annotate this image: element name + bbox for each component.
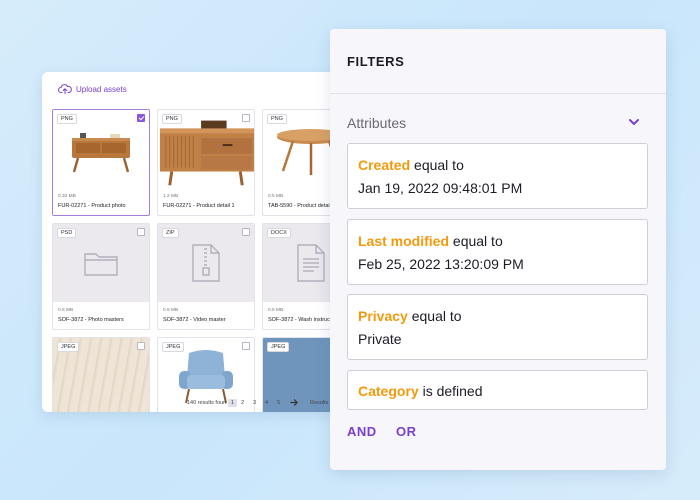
pagination: 140 results foun 1 2 3 4 5 Results [42, 398, 342, 412]
results-per-page-label: Results [310, 400, 329, 406]
file-size: 0.5 MB [163, 308, 179, 313]
sideboard-image [72, 133, 130, 173]
filter-created[interactable]: Created equal to Jan 19, 2022 09:48:01 P… [347, 143, 648, 209]
page-5-button[interactable]: 5 [277, 400, 280, 406]
results-count: 140 results foun [187, 400, 227, 406]
file-type-badge: PSD [57, 228, 77, 238]
filter-operator: is defined [422, 383, 483, 399]
divider [330, 93, 666, 94]
filter-key: Category [358, 383, 419, 399]
file-name: FUR-02271 - Product detail 1 [163, 203, 235, 209]
attributes-section-label: Attributes [347, 115, 407, 131]
select-checkbox[interactable] [242, 228, 250, 236]
filter-key: Privacy [358, 308, 408, 324]
file-size: 1.2 MB [163, 194, 179, 199]
filter-key: Created [358, 157, 411, 173]
file-type-badge: PNG [267, 114, 287, 124]
file-type-badge: PNG [162, 114, 182, 124]
file-type-badge: ZIP [162, 228, 179, 238]
file-name: FUR-02271 - Product photo [58, 203, 126, 209]
filter-value: Jan 19, 2022 09:48:01 PM [358, 180, 523, 196]
assets-panel: Upload assets PNG 0.32 MB FUR-02271 - Pr… [42, 72, 342, 412]
filter-privacy[interactable]: Privacy equal to Private [347, 294, 648, 360]
file-type-badge: PNG [57, 114, 77, 124]
or-button[interactable]: OR [396, 424, 417, 439]
file-size: 0.5 MB [58, 308, 74, 313]
select-checkbox[interactable] [242, 114, 250, 122]
upload-assets-label: Upload assets [76, 84, 127, 94]
select-checkbox[interactable] [137, 228, 145, 236]
filter-operator: equal to [452, 233, 503, 249]
filter-operator: equal to [411, 308, 462, 324]
page-2-button[interactable]: 2 [241, 400, 244, 406]
select-checkbox[interactable] [137, 114, 145, 122]
file-type-badge: JPEG [162, 342, 185, 352]
asset-card[interactable]: PSD 0.5 MB SOF-3872 - Photo masters [52, 223, 150, 330]
file-name: SOF-3872 - Photo masters [58, 317, 124, 323]
filter-category[interactable]: Category is defined [347, 370, 648, 410]
file-size: 0.32 MB [58, 194, 76, 199]
filter-value: Private [358, 331, 402, 347]
filters-panel: FILTERS Attributes Created equal to Jan … [330, 29, 666, 470]
asset-card[interactable]: PNG 1.2 MB FUR-02271 - Product detail 1 [157, 109, 255, 216]
upload-assets-button[interactable]: Upload assets [58, 81, 127, 97]
filter-operator: equal to [414, 157, 464, 173]
arrow-right-icon [290, 399, 298, 406]
zip-file-icon [192, 244, 220, 282]
select-checkbox[interactable] [137, 342, 145, 350]
page-3-button[interactable]: 3 [253, 400, 256, 406]
asset-card[interactable]: PNG 0.32 MB FUR-02271 - Product photo [52, 109, 150, 216]
folder-icon [84, 253, 118, 276]
file-size: 0.5 MB [268, 194, 284, 199]
cloud-upload-icon [58, 84, 72, 94]
next-page-button[interactable] [290, 398, 299, 409]
filter-last-modified[interactable]: Last modified equal to Feb 25, 2022 13:2… [347, 219, 648, 285]
document-icon [297, 244, 325, 282]
asset-card[interactable]: ZIP 0.5 MB SOF-3872 - Video master [157, 223, 255, 330]
file-name: SOF-3872 - Video master [163, 317, 226, 323]
chevron-down-icon[interactable] [627, 115, 641, 129]
file-name: TAB-5590 - Product detail 2 [268, 203, 336, 209]
filter-key: Last modified [358, 233, 450, 249]
filter-value: Feb 25, 2022 13:20:09 PM [358, 256, 524, 272]
file-type-badge: JPEG [267, 342, 290, 352]
and-button[interactable]: AND [347, 424, 377, 439]
file-type-badge: DOCX [267, 228, 291, 238]
page-4-button[interactable]: 4 [265, 400, 268, 406]
file-type-badge: JPEG [57, 342, 80, 352]
file-size: 0.5 MB [268, 308, 284, 313]
page-1-button[interactable]: 1 [228, 399, 238, 407]
filters-title: FILTERS [347, 54, 405, 69]
select-checkbox[interactable] [242, 342, 250, 350]
